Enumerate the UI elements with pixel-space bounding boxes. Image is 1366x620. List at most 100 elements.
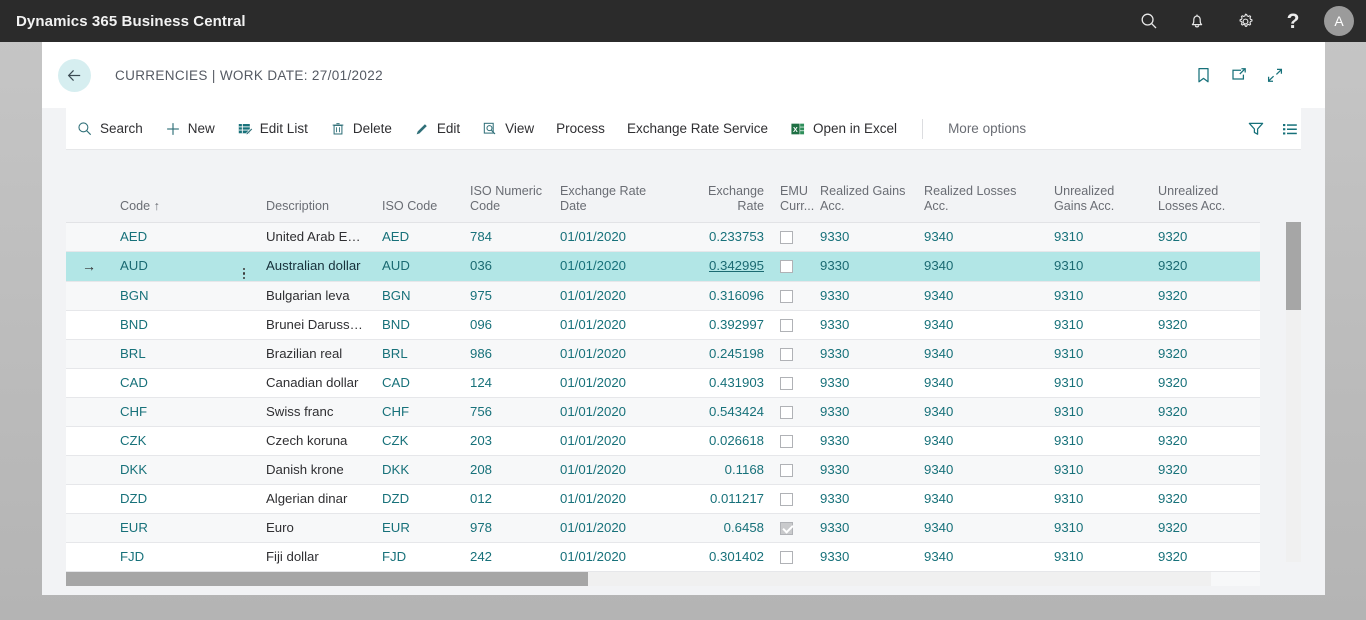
- row-menu-button[interactable]: [230, 542, 258, 572]
- emu-currency-checkbox[interactable]: [780, 318, 793, 332]
- edit-button[interactable]: Edit: [403, 108, 471, 150]
- filter-icon[interactable]: [1247, 120, 1265, 138]
- column-header-exchange-rate[interactable]: Exchange Rate: [672, 174, 772, 223]
- cell-realized-gains-acc[interactable]: 9330: [812, 397, 916, 427]
- cell-unrealized-gains-acc[interactable]: 9310: [1046, 484, 1150, 514]
- view-button[interactable]: View: [471, 108, 545, 150]
- table-row[interactable]: BRL Brazilian real BRL 986 01/01/2020 0.24519…: [66, 339, 1260, 369]
- cell-unrealized-gains-acc[interactable]: 9310: [1046, 426, 1150, 456]
- table-row[interactable]: CHF Swiss franc CHF 756 01/01/2020 0.543424 93…: [66, 397, 1260, 427]
- cell-exchange-rate-date[interactable]: 01/01/2020: [552, 339, 672, 369]
- cell-iso-code[interactable]: BRL: [374, 339, 462, 369]
- emu-currency-checkbox[interactable]: [780, 434, 793, 448]
- cell-code[interactable]: CZK: [112, 426, 230, 456]
- cell-iso-code[interactable]: DKK: [374, 455, 462, 485]
- cell-realized-losses-acc[interactable]: 9340: [916, 251, 1046, 282]
- cell-unrealized-gains-acc[interactable]: 9310: [1046, 310, 1150, 340]
- cell-iso-code[interactable]: CHF: [374, 397, 462, 427]
- cell-exchange-rate-date[interactable]: 01/01/2020: [552, 397, 672, 427]
- cell-iso-numeric-code[interactable]: 124: [462, 368, 552, 398]
- cell-description[interactable]: Australian dollar: [258, 251, 374, 282]
- cell-iso-numeric-code[interactable]: 986: [462, 339, 552, 369]
- search-icon[interactable]: [1128, 0, 1170, 42]
- column-header-code[interactable]: Code ↑: [112, 174, 230, 223]
- cell-iso-numeric-code[interactable]: 242: [462, 542, 552, 572]
- cell-iso-code[interactable]: BND: [374, 310, 462, 340]
- cell-iso-code[interactable]: EUR: [374, 513, 462, 543]
- column-header-description[interactable]: Description: [258, 174, 374, 223]
- list-view-icon[interactable]: [1281, 120, 1299, 138]
- cell-emu-currency-checkbox[interactable]: [772, 222, 812, 252]
- cell-realized-gains-acc[interactable]: 9330: [812, 455, 916, 485]
- cell-exchange-rate[interactable]: 0.233753: [672, 222, 772, 252]
- cell-code[interactable]: DZD: [112, 484, 230, 514]
- emu-currency-checkbox[interactable]: [780, 260, 793, 274]
- cell-realized-gains-acc[interactable]: 9330: [812, 368, 916, 398]
- cell-exchange-rate[interactable]: 0.392997: [672, 310, 772, 340]
- cell-exchange-rate[interactable]: 0.342995: [672, 251, 772, 282]
- delete-button[interactable]: Delete: [319, 108, 403, 150]
- open-in-excel-button[interactable]: X Open in Excel: [779, 108, 908, 150]
- cell-realized-gains-acc[interactable]: 9330: [812, 542, 916, 572]
- column-header-realized-gains-acc[interactable]: Realized Gains Acc.: [812, 174, 916, 223]
- cell-code[interactable]: DKK: [112, 455, 230, 485]
- cell-realized-gains-acc[interactable]: 9330: [812, 251, 916, 282]
- emu-currency-checkbox[interactable]: [780, 550, 793, 564]
- more-options-button[interactable]: More options: [937, 108, 1037, 150]
- cell-code[interactable]: FJD: [112, 542, 230, 572]
- cell-description[interactable]: Swiss franc: [258, 397, 374, 427]
- cell-exchange-rate-date[interactable]: 01/01/2020: [552, 222, 672, 252]
- table-row[interactable]: BGN Bulgarian leva BGN 975 01/01/2020 0.31609…: [66, 281, 1260, 311]
- cell-description[interactable]: Euro: [258, 513, 374, 543]
- cell-unrealized-gains-acc[interactable]: 9310: [1046, 251, 1150, 282]
- table-row[interactable]: DKK Danish krone DKK 208 01/01/2020 0.1168 933…: [66, 455, 1260, 485]
- table-row[interactable]: CZK Czech koruna CZK 203 01/01/2020 0.026618 9…: [66, 426, 1260, 456]
- cell-unrealized-losses-acc[interactable]: 9320: [1150, 397, 1260, 427]
- collapse-icon[interactable]: [1265, 65, 1285, 85]
- cell-realized-losses-acc[interactable]: 9340: [916, 281, 1046, 311]
- cell-unrealized-gains-acc[interactable]: 9310: [1046, 368, 1150, 398]
- vertical-scrollbar-thumb[interactable]: [1286, 222, 1301, 310]
- bell-icon[interactable]: [1176, 0, 1218, 42]
- cell-unrealized-losses-acc[interactable]: 9320: [1150, 426, 1260, 456]
- open-new-window-icon[interactable]: [1229, 65, 1249, 85]
- cell-unrealized-gains-acc[interactable]: 9310: [1046, 455, 1150, 485]
- row-menu-button[interactable]: [230, 281, 258, 311]
- cell-unrealized-gains-acc[interactable]: 9310: [1046, 542, 1150, 572]
- cell-iso-code[interactable]: AED: [374, 222, 462, 252]
- cell-description[interactable]: Algerian dinar: [258, 484, 374, 514]
- cell-exchange-rate-date[interactable]: 01/01/2020: [552, 542, 672, 572]
- cell-realized-losses-acc[interactable]: 9340: [916, 484, 1046, 514]
- cell-unrealized-losses-acc[interactable]: 9320: [1150, 251, 1260, 282]
- cell-exchange-rate[interactable]: 0.011217: [672, 484, 772, 514]
- cell-iso-numeric-code[interactable]: 978: [462, 513, 552, 543]
- table-row[interactable]: EUR Euro EUR 978 01/01/2020 0.6458 9330 9340 931…: [66, 513, 1260, 543]
- cell-realized-losses-acc[interactable]: 9340: [916, 426, 1046, 456]
- cell-exchange-rate[interactable]: 0.543424: [672, 397, 772, 427]
- cell-unrealized-losses-acc[interactable]: 9320: [1150, 513, 1260, 543]
- row-menu-button[interactable]: [230, 368, 258, 398]
- emu-currency-checkbox[interactable]: [780, 230, 793, 244]
- cell-unrealized-gains-acc[interactable]: 9310: [1046, 513, 1150, 543]
- emu-currency-checkbox[interactable]: [780, 405, 793, 419]
- back-button[interactable]: [58, 58, 91, 92]
- cell-exchange-rate-date[interactable]: 01/01/2020: [552, 513, 672, 543]
- emu-currency-checkbox[interactable]: [780, 492, 793, 506]
- column-header-unrealized-gains-acc[interactable]: Unrealized Gains Acc.: [1046, 174, 1150, 223]
- cell-iso-code[interactable]: DZD: [374, 484, 462, 514]
- table-row[interactable]: CAD Canadian dollar CAD 124 01/01/2020 0.4319…: [66, 368, 1260, 398]
- cell-exchange-rate-date[interactable]: 01/01/2020: [552, 310, 672, 340]
- cell-code[interactable]: BND: [112, 310, 230, 340]
- cell-realized-losses-acc[interactable]: 9340: [916, 397, 1046, 427]
- cell-realized-gains-acc[interactable]: 9330: [812, 281, 916, 311]
- cell-unrealized-gains-acc[interactable]: 9310: [1046, 339, 1150, 369]
- cell-realized-gains-acc[interactable]: 9330: [812, 339, 916, 369]
- cell-realized-gains-acc[interactable]: 9330: [812, 513, 916, 543]
- column-header-exchange-rate-date[interactable]: Exchange Rate Date: [552, 174, 672, 223]
- cell-iso-numeric-code[interactable]: 096: [462, 310, 552, 340]
- cell-realized-losses-acc[interactable]: 9340: [916, 513, 1046, 543]
- cell-emu-currency-checkbox[interactable]: [772, 368, 812, 398]
- new-button[interactable]: New: [154, 108, 226, 150]
- cell-realized-losses-acc[interactable]: 9340: [916, 339, 1046, 369]
- cell-iso-code[interactable]: CZK: [374, 426, 462, 456]
